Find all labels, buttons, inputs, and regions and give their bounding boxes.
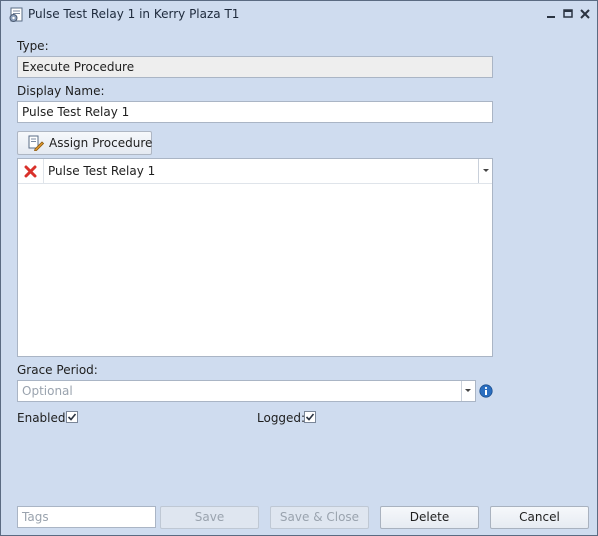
info-icon[interactable] bbox=[479, 384, 493, 398]
row-divider bbox=[43, 159, 44, 183]
display-name-label: Display Name: bbox=[17, 84, 105, 98]
title-bar[interactable]: Pulse Test Relay 1 in Kerry Plaza T1 bbox=[1, 1, 597, 28]
logged-label: Logged: bbox=[257, 411, 306, 425]
procedure-row[interactable]: Pulse Test Relay 1 bbox=[18, 159, 492, 184]
tags-input[interactable]: Tags bbox=[17, 506, 156, 528]
enabled-label: Enabled: bbox=[17, 411, 70, 425]
minimize-icon[interactable] bbox=[544, 7, 558, 21]
tags-placeholder: Tags bbox=[22, 510, 49, 524]
grace-period-combo[interactable]: Optional bbox=[17, 380, 476, 402]
remove-icon[interactable] bbox=[24, 165, 37, 178]
save-button[interactable]: Save bbox=[160, 506, 259, 529]
procedure-dialog-window: Pulse Test Relay 1 in Kerry Plaza T1 Typ… bbox=[0, 0, 598, 536]
cancel-button[interactable]: Cancel bbox=[490, 506, 589, 529]
save-close-button[interactable]: Save & Close bbox=[270, 506, 369, 529]
procedure-window-icon bbox=[9, 7, 23, 22]
grace-period-label: Grace Period: bbox=[17, 363, 98, 377]
type-field: Execute Procedure bbox=[17, 56, 493, 78]
assign-procedure-label: Assign Procedure bbox=[49, 136, 153, 150]
grace-period-placeholder: Optional bbox=[22, 384, 73, 398]
checkmark-icon bbox=[305, 413, 315, 421]
enabled-checkbox[interactable] bbox=[66, 411, 78, 423]
procedure-list: Pulse Test Relay 1 bbox=[17, 158, 493, 357]
procedure-dropdown-button[interactable] bbox=[478, 159, 493, 183]
assign-procedure-icon bbox=[28, 135, 44, 151]
display-name-input[interactable] bbox=[17, 101, 493, 123]
close-icon[interactable] bbox=[578, 7, 592, 21]
logged-checkbox[interactable] bbox=[304, 411, 316, 423]
window-title: Pulse Test Relay 1 in Kerry Plaza T1 bbox=[28, 7, 240, 21]
chevron-down-icon bbox=[483, 169, 489, 172]
procedure-name: Pulse Test Relay 1 bbox=[48, 164, 156, 178]
delete-button[interactable]: Delete bbox=[380, 506, 479, 529]
type-label: Type: bbox=[17, 39, 49, 53]
assign-procedure-button[interactable]: Assign Procedure bbox=[17, 131, 152, 155]
grace-period-dropdown-button[interactable] bbox=[461, 381, 475, 401]
checkmark-icon bbox=[67, 413, 77, 421]
maximize-icon[interactable] bbox=[561, 7, 575, 21]
chevron-down-icon bbox=[465, 389, 471, 392]
